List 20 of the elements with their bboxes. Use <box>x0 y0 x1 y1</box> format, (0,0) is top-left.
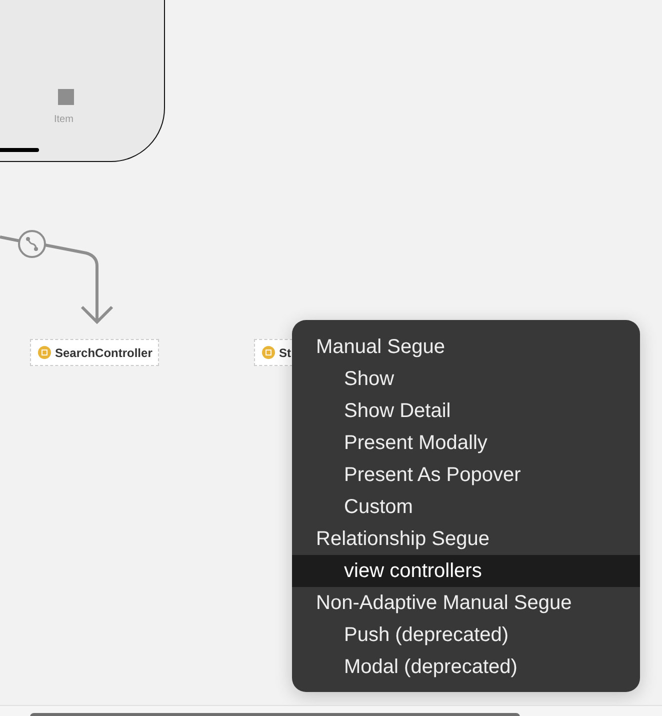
tab-item-label: Item <box>54 114 74 125</box>
menu-section-header: Non-Adaptive Manual Segue <box>315 591 573 616</box>
scene-name: St <box>279 346 291 360</box>
menu-item[interactable]: Present As Popover <box>292 462 640 494</box>
menu-item[interactable]: Modal (deprecated) <box>292 654 640 686</box>
segue-arrow[interactable] <box>0 236 114 324</box>
square-icon <box>58 89 74 105</box>
scene-name: SearchController <box>55 346 152 360</box>
scene-label[interactable]: SearchController <box>30 339 160 366</box>
menu-item[interactable]: Show <box>292 366 640 398</box>
menu-item[interactable]: Push (deprecated) <box>292 622 640 654</box>
view-controller-icon <box>38 346 51 359</box>
menu-item[interactable]: Custom <box>292 494 640 526</box>
menu-item[interactable]: view controllers <box>292 555 640 587</box>
segue-icon[interactable] <box>17 229 47 259</box>
view-controller-icon <box>262 346 275 359</box>
menu-item[interactable]: Show Detail <box>292 398 640 430</box>
menu-item[interactable]: Present Modally <box>292 430 640 462</box>
menu-section-header: Manual Segue <box>315 335 446 360</box>
menu-section-header: Relationship Segue <box>315 527 490 552</box>
